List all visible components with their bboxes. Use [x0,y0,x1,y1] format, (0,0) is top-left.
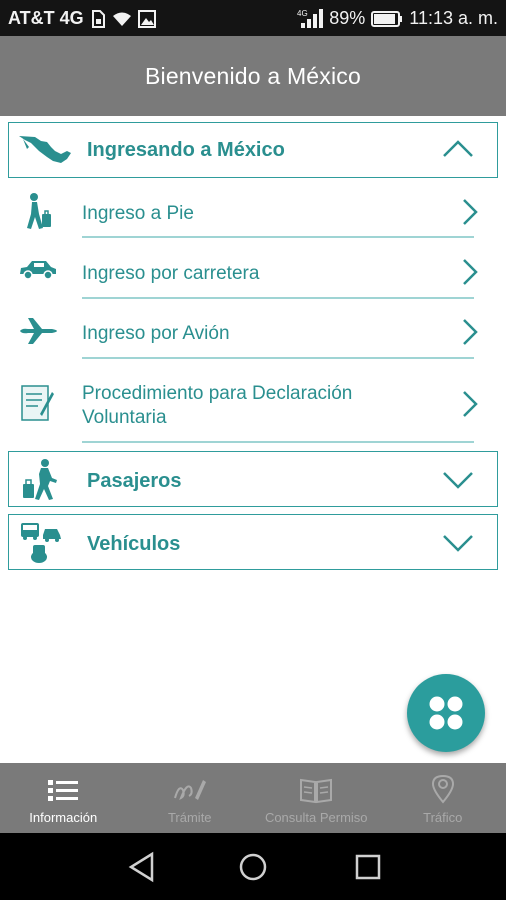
chevron-right-icon[interactable] [460,258,480,291]
divider [82,441,474,443]
recents-icon[interactable] [352,851,384,888]
system-navigation-bar [0,833,506,900]
home-icon[interactable] [237,851,269,888]
tab-trafico[interactable]: Tráfico [380,763,506,833]
list-icon [48,780,79,801]
signature-pen-icon [173,780,206,801]
divider [82,297,474,299]
location-pin-icon [431,774,454,804]
signal-icon: 4G [297,8,324,28]
battery-percent: 89% [329,8,366,28]
walking-traveler-icon [18,192,58,237]
mexico-map-icon [17,133,73,172]
carrier-label: AT&T 4G [8,8,84,28]
list-item-ingreso-avion[interactable]: Ingreso por Avión [0,300,506,360]
chevron-down-icon[interactable] [441,470,475,497]
chevron-down-icon[interactable] [441,533,475,560]
tab-label: Trámite [167,810,212,825]
book-icon [300,778,333,804]
section-header-pasajeros[interactable]: Pasajeros [8,451,498,507]
image-notification-icon [137,9,156,28]
tab-label: Consulta Permiso [264,810,368,825]
chevron-right-icon[interactable] [460,198,480,231]
divider [82,236,474,238]
chevron-right-icon[interactable] [460,318,480,351]
list-item-ingreso-carretera[interactable]: Ingreso por carretera [0,240,506,300]
back-icon[interactable] [126,851,158,888]
list-item-label-line2: Voluntaria [82,407,167,428]
wifi-icon [112,12,131,26]
declaration-form-icon [18,382,56,429]
section-label: Pasajeros [87,470,182,492]
car-icon [18,258,58,287]
page-title: Bienvenido a México [144,62,362,89]
list-item-label: Ingreso por carretera [82,263,260,284]
tab-label: Tráfico [423,810,463,825]
list-item-label: Ingreso por Avión [82,323,230,344]
status-bar: AT&T 4G 4G 89% 11:13 a. m. [0,0,506,36]
list-item-ingreso-pie[interactable]: Ingreso a Pie [0,180,506,240]
divider [82,357,474,359]
section-header-ingresando[interactable]: Ingresando a México [8,122,498,178]
tab-tramite[interactable]: Trámite [127,763,254,833]
passenger-icon [17,458,65,507]
vehicles-icon [17,521,65,570]
fab-menu-button[interactable] [407,674,485,752]
clock: 11:13 a. m. [409,8,498,28]
list-item-declaracion-voluntaria[interactable]: Procedimiento para Declaración Voluntari… [0,360,506,446]
list-item-label: Ingreso a Pie [82,203,194,224]
section-label: Vehículos [87,533,181,555]
tab-informacion[interactable]: Información [0,763,127,833]
sim-icon [91,9,105,28]
tab-consulta-permiso[interactable]: Consulta Permiso [253,763,380,833]
section-label: Ingresando a México [87,139,285,161]
app-bar: Bienvenido a México [0,36,506,116]
bottom-navigation: Información Trámite Consulta Permiso Trá… [0,763,506,833]
chevron-right-icon[interactable] [460,390,480,423]
four-dots-grid-icon [429,696,463,730]
section-header-vehiculos[interactable]: Vehículos [8,514,498,570]
network-badge: 4G [297,9,308,18]
tab-label: Información [29,810,98,825]
chevron-up-icon[interactable] [441,137,475,164]
battery-icon [371,10,403,27]
airplane-icon [18,316,58,351]
list-item-label-line1: Procedimiento para Declaración [82,383,353,404]
